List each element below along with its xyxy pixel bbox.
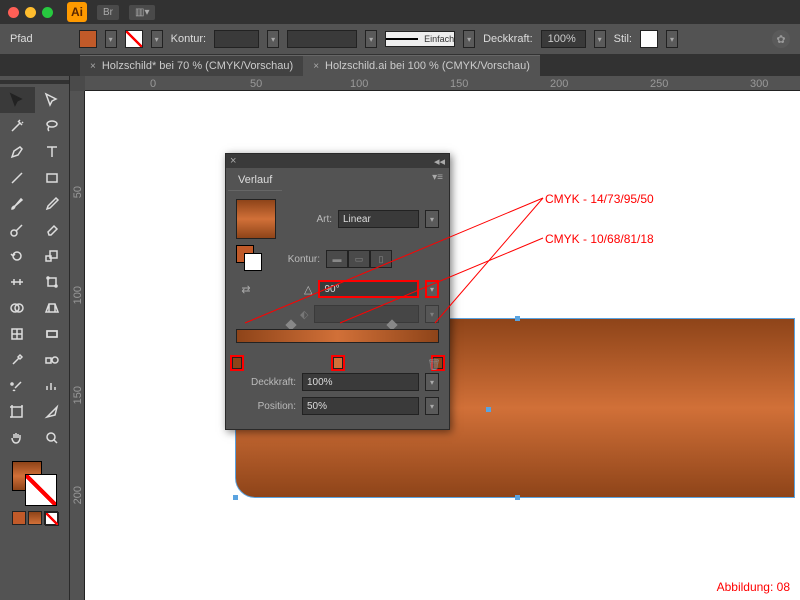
angle-field[interactable]: 90° bbox=[318, 280, 419, 298]
stop-opacity-field[interactable]: 100% bbox=[302, 373, 419, 391]
symbol-sprayer-tool[interactable] bbox=[0, 373, 35, 399]
stroke-weight-dropdown[interactable]: ▾ bbox=[267, 30, 279, 48]
gradient-type-field[interactable]: Linear bbox=[338, 210, 419, 228]
aspect-dropdown: ▾ bbox=[425, 305, 439, 323]
stop-opacity-dropdown[interactable]: ▾ bbox=[425, 373, 439, 391]
aspect-field bbox=[314, 305, 419, 323]
horizontal-ruler: 050100150200250300 bbox=[85, 76, 800, 91]
gradient-stop-2[interactable] bbox=[333, 357, 343, 369]
magic-wand-tool[interactable] bbox=[0, 113, 35, 139]
type-tool[interactable] bbox=[35, 139, 70, 165]
angle-dropdown[interactable]: ▾ bbox=[425, 280, 439, 298]
direct-selection-tool[interactable] bbox=[35, 87, 70, 113]
stroke-gradient-mode[interactable]: ▬▭▯ bbox=[326, 250, 392, 268]
blend-tool[interactable] bbox=[35, 347, 70, 373]
stroke-color-swatch[interactable] bbox=[26, 475, 56, 505]
gradient-panel[interactable]: ×◂◂ Verlauf▾≡ Art: Linear ▾ Kontur: ▬▭▯ … bbox=[225, 153, 450, 430]
opacity-label: Deckkraft: bbox=[236, 377, 296, 388]
position-label: Position: bbox=[236, 401, 296, 412]
context-label: Pfad bbox=[10, 33, 33, 45]
gear-icon[interactable]: ✿ bbox=[772, 30, 790, 48]
fill-dropdown[interactable]: ▾ bbox=[105, 30, 117, 48]
style-dropdown[interactable]: ▾ bbox=[666, 30, 678, 48]
document-tab-2[interactable]: ×Holzschild.ai bei 100 % (CMYK/Vorschau) bbox=[303, 55, 540, 76]
gradient-type-dropdown[interactable]: ▾ bbox=[425, 210, 439, 228]
panel-fill-stroke[interactable] bbox=[236, 245, 264, 273]
paintbrush-tool[interactable] bbox=[0, 191, 35, 217]
rotate-tool[interactable] bbox=[0, 243, 35, 269]
brush-dropdown[interactable]: ▾ bbox=[463, 30, 475, 48]
blob-brush-tool[interactable] bbox=[0, 217, 35, 243]
color-mode-btn[interactable] bbox=[12, 511, 26, 525]
gradient-mode-btn[interactable] bbox=[28, 511, 42, 525]
artboard-tool[interactable] bbox=[0, 399, 35, 425]
app-logo: Ai bbox=[67, 2, 87, 22]
document-tab-1[interactable]: ×Holzschild* bei 70 % (CMYK/Vorschau) bbox=[80, 55, 303, 76]
stop-position-dropdown[interactable]: ▾ bbox=[425, 397, 439, 415]
gradient-stop-1[interactable] bbox=[232, 357, 242, 369]
style-swatch[interactable] bbox=[640, 30, 658, 48]
delete-stop-icon[interactable]: 🗑 bbox=[427, 358, 441, 371]
perspective-grid-tool[interactable] bbox=[35, 295, 70, 321]
stroke-weight-field[interactable] bbox=[214, 30, 259, 48]
close-panel-icon[interactable]: × bbox=[230, 155, 236, 167]
type-label: Art: bbox=[282, 214, 332, 225]
reverse-gradient-icon[interactable]: ⇄ bbox=[236, 279, 256, 299]
column-graph-tool[interactable] bbox=[35, 373, 70, 399]
panel-menu-icon[interactable]: ▾≡ bbox=[426, 168, 449, 187]
opacity-dropdown[interactable]: ▾ bbox=[594, 30, 606, 48]
zoom-tool[interactable] bbox=[35, 425, 70, 451]
width-tool[interactable] bbox=[0, 269, 35, 295]
stroke-dropdown[interactable]: ▾ bbox=[151, 30, 163, 48]
close-tab-icon[interactable]: × bbox=[313, 61, 319, 72]
eyedropper-tool[interactable] bbox=[0, 347, 35, 373]
bridge-button[interactable]: Br bbox=[97, 5, 119, 20]
stroke-profile-dropdown[interactable]: ▾ bbox=[365, 30, 377, 48]
selection-tool[interactable] bbox=[0, 87, 35, 113]
pencil-tool[interactable] bbox=[35, 191, 70, 217]
close-tab-icon[interactable]: × bbox=[90, 61, 96, 72]
tools-panel bbox=[0, 76, 70, 600]
window-close[interactable] bbox=[8, 7, 19, 18]
mesh-tool[interactable] bbox=[0, 321, 35, 347]
gradient-tool[interactable] bbox=[35, 321, 70, 347]
annotation-cmyk-2: CMYK - 10/68/81/18 bbox=[545, 232, 654, 246]
shape-builder-tool[interactable] bbox=[0, 295, 35, 321]
opacity-label: Deckkraft: bbox=[483, 33, 533, 45]
style-label: Stil: bbox=[614, 33, 632, 45]
figure-caption: Abbildung: 08 bbox=[717, 580, 790, 594]
stroke-label: Kontur: bbox=[270, 254, 320, 265]
stroke-profile-field[interactable] bbox=[287, 30, 357, 48]
annotation-cmyk-1: CMYK - 14/73/95/50 bbox=[545, 192, 654, 206]
opacity-field[interactable]: 100% bbox=[541, 30, 586, 48]
pen-tool[interactable] bbox=[0, 139, 35, 165]
window-zoom[interactable] bbox=[42, 7, 53, 18]
stroke-swatch[interactable] bbox=[125, 30, 143, 48]
line-tool[interactable] bbox=[0, 165, 35, 191]
scale-tool[interactable] bbox=[35, 243, 70, 269]
eraser-tool[interactable] bbox=[35, 217, 70, 243]
fill-swatch[interactable] bbox=[79, 30, 97, 48]
stop-position-field[interactable]: 50% bbox=[302, 397, 419, 415]
brush-sample[interactable]: Einfach bbox=[385, 31, 455, 47]
kontur-label: Kontur: bbox=[171, 33, 206, 45]
none-mode-btn[interactable] bbox=[44, 511, 58, 525]
free-transform-tool[interactable] bbox=[35, 269, 70, 295]
panel-tab-verlauf[interactable]: Verlauf bbox=[228, 170, 282, 191]
window-minimize[interactable] bbox=[25, 7, 36, 18]
gradient-slider[interactable]: 🗑 bbox=[236, 329, 439, 359]
rectangle-tool[interactable] bbox=[35, 165, 70, 191]
slice-tool[interactable] bbox=[35, 399, 70, 425]
gradient-preview[interactable] bbox=[236, 199, 276, 239]
layout-button[interactable]: ▥▾ bbox=[129, 5, 155, 20]
vertical-ruler: 50100150200 bbox=[70, 91, 85, 600]
hand-tool[interactable] bbox=[0, 425, 35, 451]
lasso-tool[interactable] bbox=[35, 113, 70, 139]
